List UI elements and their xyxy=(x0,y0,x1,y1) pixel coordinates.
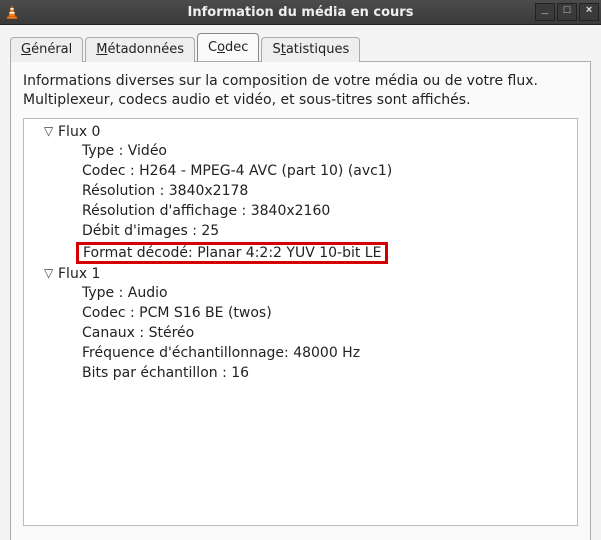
stream-property-row[interactable]: Format décodé: Planar 4:2:2 YUV 10-bit L… xyxy=(82,241,571,265)
stream-property-row[interactable]: Débit d'images : 25 xyxy=(82,221,571,241)
stream-property-text: Format décodé: Planar 4:2:2 YUV 10-bit L… xyxy=(76,242,388,265)
stream-node: ▽Flux 1Type : Audio Codec : PCM S16 BE (t… xyxy=(44,265,571,383)
stream-property-row[interactable]: Résolution : 3840x2178 xyxy=(82,181,571,201)
stream-property-row[interactable]: Type : Audio xyxy=(82,284,571,304)
stream-property-text: Codec : H264 - MPEG-4 AVC (part 10) (avc… xyxy=(82,163,392,179)
stream-property-row[interactable]: Fréquence d'échantillonnage: 48000 Hz xyxy=(82,343,571,363)
stream-property-row[interactable]: Bits par échantillon : 16 xyxy=(82,363,571,383)
stream-property-text: Codec : PCM S16 BE (twos) xyxy=(82,305,272,321)
media-info-window: Information du média en cours _ □ × Géné… xyxy=(0,0,601,540)
titlebar: Information du média en cours _ □ × xyxy=(0,0,601,25)
codec-panel: Informations diverses sur la composition… xyxy=(10,61,591,540)
stream-node: ▽Flux 0Type : Vidéo Codec : H264 - MPEG-4… xyxy=(44,123,571,265)
stream-header[interactable]: ▽Flux 1 xyxy=(44,265,571,284)
stream-property-row[interactable]: Codec : PCM S16 BE (twos) xyxy=(82,304,571,324)
stream-header[interactable]: ▽Flux 0 xyxy=(44,123,571,142)
tab-statistics[interactable]: Statistiques xyxy=(261,37,360,62)
stream-property-text: Débit d'images : 25 xyxy=(82,223,219,239)
panel-description: Informations diverses sur la composition… xyxy=(23,72,578,110)
close-button[interactable]: × xyxy=(579,3,599,21)
tabs-row: GénéralMétadonnéesCodecStatistiques xyxy=(0,25,601,61)
stream-property-row[interactable]: Codec : H264 - MPEG-4 AVC (part 10) (avc… xyxy=(82,162,571,182)
stream-tree[interactable]: ▽Flux 0Type : VidéoCodec : H264 - MPEG-4… xyxy=(23,118,578,526)
minimize-button[interactable]: _ xyxy=(535,3,555,21)
tab-codec[interactable]: Codec xyxy=(197,33,259,61)
stream-property-row[interactable]: Résolution d'affichage : 3840x2160 xyxy=(82,201,571,221)
stream-property-text: Fréquence d'échantillonnage: 48000 Hz xyxy=(82,345,360,361)
stream-children: Type : Audio Codec : PCM S16 BE (twos) Can… xyxy=(82,284,571,383)
stream-property-text: Type : Audio xyxy=(82,285,168,301)
stream-property-row[interactable]: Canaux : Stéréo xyxy=(82,324,571,344)
stream-property-text: Type : Vidéo xyxy=(82,143,167,159)
stream-property-text: Canaux : Stéréo xyxy=(82,325,194,341)
stream-property-row[interactable]: Type : Vidéo xyxy=(82,142,571,162)
window-title: Information du média en cours xyxy=(0,5,601,20)
stream-children: Type : Vidéo Codec : H264 - MPEG-4 AVC (p… xyxy=(82,142,571,265)
disclosure-triangle-icon[interactable]: ▽ xyxy=(44,266,54,282)
window-controls: _ □ × xyxy=(535,3,601,21)
tab-general[interactable]: Général xyxy=(10,37,83,62)
disclosure-triangle-icon[interactable]: ▽ xyxy=(44,124,54,140)
tab-metadata[interactable]: Métadonnées xyxy=(85,37,195,62)
stream-property-text: Résolution : 3840x2178 xyxy=(82,183,248,199)
stream-property-text: Bits par échantillon : 16 xyxy=(82,365,249,381)
app-icon xyxy=(0,0,24,24)
stream-name: Flux 1 xyxy=(58,265,100,284)
maximize-button[interactable]: □ xyxy=(557,3,577,21)
stream-name: Flux 0 xyxy=(58,123,100,142)
stream-property-text: Résolution d'affichage : 3840x2160 xyxy=(82,203,330,219)
